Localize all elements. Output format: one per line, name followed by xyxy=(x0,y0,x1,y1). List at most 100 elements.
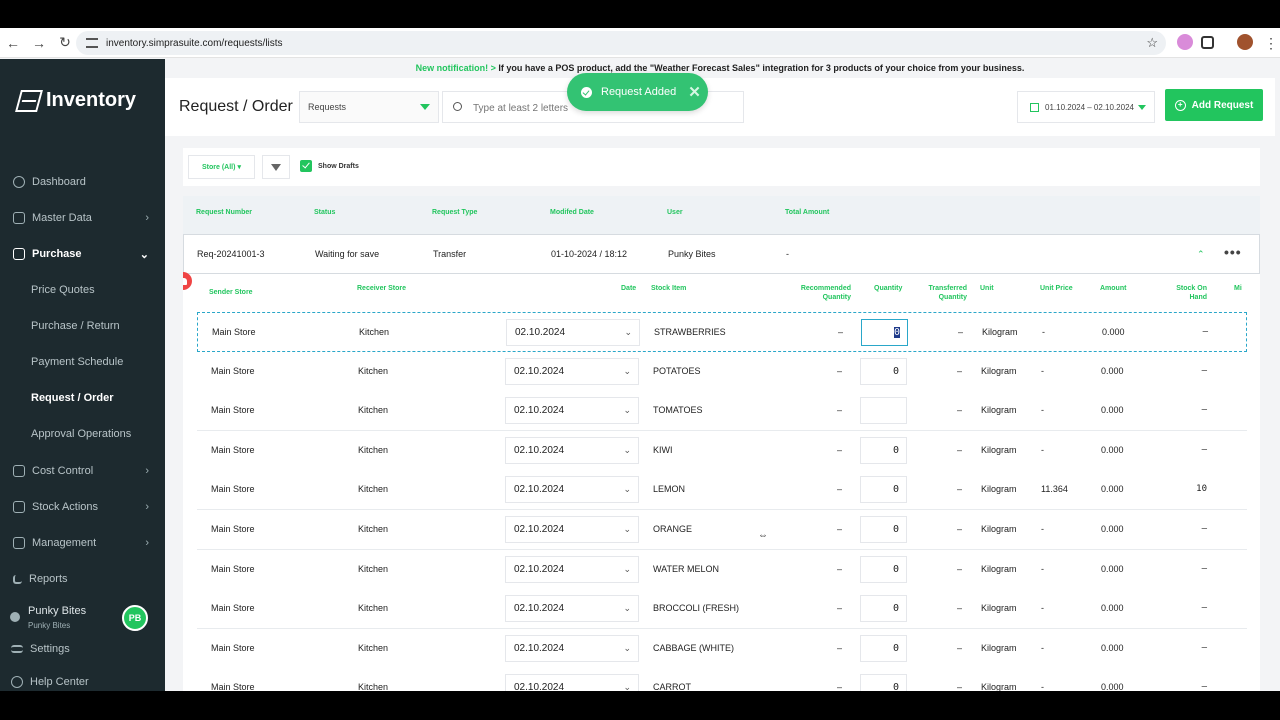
sidebar-item-settings[interactable]: Settings xyxy=(0,639,165,659)
quantity-input[interactable]: 0 xyxy=(860,595,907,623)
unit: Kilogram xyxy=(981,603,1017,614)
avatar[interactable]: PB xyxy=(122,605,148,631)
table-row[interactable]: Main Store Kitchen 02.10.2024 ⌄ KIWI – 0 – Kilog… xyxy=(197,430,1247,471)
quantity-input[interactable]: 0 xyxy=(860,476,907,504)
back-arrow-icon[interactable]: ← xyxy=(0,30,26,56)
bookmark-star-icon[interactable]: ☆ xyxy=(1146,35,1158,51)
table-row[interactable]: Main Store Kitchen 02.10.2024 ⌄ LEMON – 0 – Kilo… xyxy=(197,470,1247,511)
header-quantity: Quantity xyxy=(874,285,903,292)
transferred-quantity: – xyxy=(957,365,963,376)
header-total-amount[interactable]: Total Amount xyxy=(785,209,829,216)
quantity-input[interactable]: 0 xyxy=(860,357,907,385)
sender-store: Main Store xyxy=(211,603,255,614)
checkbox-checked-icon[interactable] xyxy=(300,160,312,172)
stock-item: POTATOES xyxy=(653,365,701,376)
request-type-select[interactable]: Requests xyxy=(299,91,439,123)
header-modified-date[interactable]: Modifed Date xyxy=(550,209,594,216)
letterbox-bottom xyxy=(0,691,1280,720)
recommended-quantity: – xyxy=(837,524,843,534)
address-bar[interactable]: inventory.simprasuite.com/requests/lists… xyxy=(76,31,1166,55)
site-settings-icon[interactable] xyxy=(86,38,98,48)
date-select[interactable]: 02.10.2024 ⌄ xyxy=(505,436,639,464)
header-recommended-quantity: Recommended Quantity xyxy=(800,285,851,301)
quantity-input[interactable]: 0 xyxy=(860,436,907,464)
amount: 0.000 xyxy=(1101,603,1124,614)
header-status[interactable]: Status xyxy=(314,209,335,216)
date-select[interactable]: 02.10.2024 ⌄ xyxy=(505,397,639,425)
table-row[interactable]: Main Store Kitchen 02.10.2024 ⌄ WATER MELON –… xyxy=(197,549,1247,590)
sidebar-item-purchase[interactable]: Purchase ⌄ xyxy=(0,237,165,271)
header-request-type[interactable]: Request Type xyxy=(432,209,477,216)
forward-arrow-icon[interactable]: → xyxy=(26,30,52,56)
quantity-input[interactable]: 0 xyxy=(860,555,907,583)
table-row[interactable]: Main Store Kitchen 02.10.2024 ⌄ POTATOES – 0 – K… xyxy=(197,351,1247,392)
sidebar-item-reports[interactable]: Reports xyxy=(0,562,165,596)
date-range-picker[interactable]: 01.10.2024 – 02.10.2024 xyxy=(1017,91,1155,123)
stock-on-hand: – xyxy=(1201,405,1207,416)
date-value: 02.10.2024 xyxy=(514,444,565,456)
header-request-number[interactable]: Request Number xyxy=(196,209,252,216)
sidebar-item-help-center[interactable]: Help Center xyxy=(0,673,165,691)
filter-bar: Store (All) ▾ Show Drafts xyxy=(183,148,1260,186)
date-select[interactable]: 02.10.2024 ⌄ xyxy=(505,595,639,623)
reload-icon[interactable]: ↻ xyxy=(52,30,78,56)
sidebar-item-stock-actions[interactable]: Stock Actions › xyxy=(0,490,165,524)
sidebar-item-cost-control[interactable]: Cost Control › xyxy=(0,454,165,488)
user-profile[interactable]: Punky Bites Punky Bites PB xyxy=(10,602,160,636)
table-row[interactable]: Main Store Kitchen 02.10.2024 ⌄ ORANGE – 0 – Kil… xyxy=(197,510,1247,550)
sidebar-item-master-data[interactable]: Master Data › xyxy=(0,201,165,235)
date-select[interactable]: 02.10.2024 ⌄ xyxy=(505,516,639,543)
sidebar-sub-request-order[interactable]: Request / Order xyxy=(0,381,165,415)
show-drafts-toggle[interactable]: Show Drafts xyxy=(300,160,359,172)
extension-icon[interactable] xyxy=(1177,34,1193,50)
show-drafts-label: Show Drafts xyxy=(318,162,359,170)
table-row[interactable]: Main Store Kitchen 02.10.2024 ⌄ BROCCOLI (FR… xyxy=(197,589,1247,630)
table-row[interactable]: Main Store Kitchen 02.10.2024 ⌄ CABBAGE (WHI… xyxy=(197,628,1247,669)
sidebar-sub-payment-schedule[interactable]: Payment Schedule xyxy=(0,345,165,379)
date-select[interactable]: 02.10.2024 ⌄ xyxy=(506,319,640,346)
date-select[interactable]: 02.10.2024 ⌄ xyxy=(505,555,639,583)
receiver-store: Kitchen xyxy=(358,524,389,534)
quantity-input[interactable]: 0 xyxy=(860,674,907,691)
user-business: Punky Bites xyxy=(28,621,71,630)
transferred-quantity: – xyxy=(957,642,963,653)
quantity-input[interactable] xyxy=(860,397,907,425)
sidebar-sub-price-quotes[interactable]: Price Quotes xyxy=(0,273,165,307)
notification-banner[interactable]: New notification! > If you have a POS pr… xyxy=(165,59,1275,77)
date-value: 02.10.2024 xyxy=(514,405,565,417)
profile-avatar-icon[interactable] xyxy=(1237,34,1253,50)
clear-filter-button[interactable] xyxy=(262,155,290,179)
more-options-icon[interactable]: ••• xyxy=(1224,244,1242,260)
app-logo[interactable]: Inventory xyxy=(15,89,136,112)
quantity-input[interactable]: 0 xyxy=(861,319,908,346)
add-request-button[interactable]: + Add Request xyxy=(1165,89,1263,121)
notification-label[interactable]: New notification! > xyxy=(416,63,496,73)
header-stock-item: Stock Item xyxy=(651,285,687,292)
close-icon[interactable]: ✕ xyxy=(688,83,701,101)
request-row[interactable]: Req-20241001-3 Waiting for save Transfer… xyxy=(183,234,1260,274)
puzzle-extensions-icon[interactable] xyxy=(1201,36,1214,49)
table-row[interactable]: Main Store Kitchen 02.10.2024 ⌄ TOMATOES – – Ki… xyxy=(197,391,1247,432)
date-select[interactable]: 02.10.2024 ⌄ xyxy=(505,674,639,691)
master-data-icon xyxy=(13,212,25,224)
sidebar-sub-approval-operations[interactable]: Approval Operations xyxy=(0,417,165,451)
header-user[interactable]: User xyxy=(667,209,683,216)
date-select[interactable]: 02.10.2024 ⌄ xyxy=(505,357,639,385)
quantity-value: 0 xyxy=(892,682,899,691)
table-row[interactable]: Main Store Kitchen 02.10.2024 ⌄ CARROT – 0 – Kil… xyxy=(197,668,1247,691)
quantity-input[interactable]: 0 xyxy=(860,516,907,543)
check-circle-icon xyxy=(581,86,592,98)
sidebar-item-management[interactable]: Management › xyxy=(0,526,165,560)
recommended-quantity: – xyxy=(837,405,843,416)
sidebar-item-dashboard[interactable]: Dashboard xyxy=(0,165,165,199)
browser-menu-icon[interactable]: ⋮ xyxy=(1258,30,1280,56)
date-select[interactable]: 02.10.2024 ⌄ xyxy=(505,476,639,504)
quantity-input[interactable]: 0 xyxy=(860,634,907,662)
receiver-store: Kitchen xyxy=(359,327,390,337)
sidebar-sub-purchase-return[interactable]: Purchase / Return xyxy=(0,309,165,343)
transferred-quantity: – xyxy=(957,484,963,495)
date-select[interactable]: 02.10.2024 ⌄ xyxy=(505,634,639,662)
table-row[interactable]: Main Store Kitchen 02.10.2024 ⌄ STRAWBERRIES… xyxy=(197,312,1247,352)
store-filter-dropdown[interactable]: Store (All) ▾ xyxy=(188,155,255,179)
chevron-up-icon[interactable]: ⌃ xyxy=(1197,249,1205,260)
